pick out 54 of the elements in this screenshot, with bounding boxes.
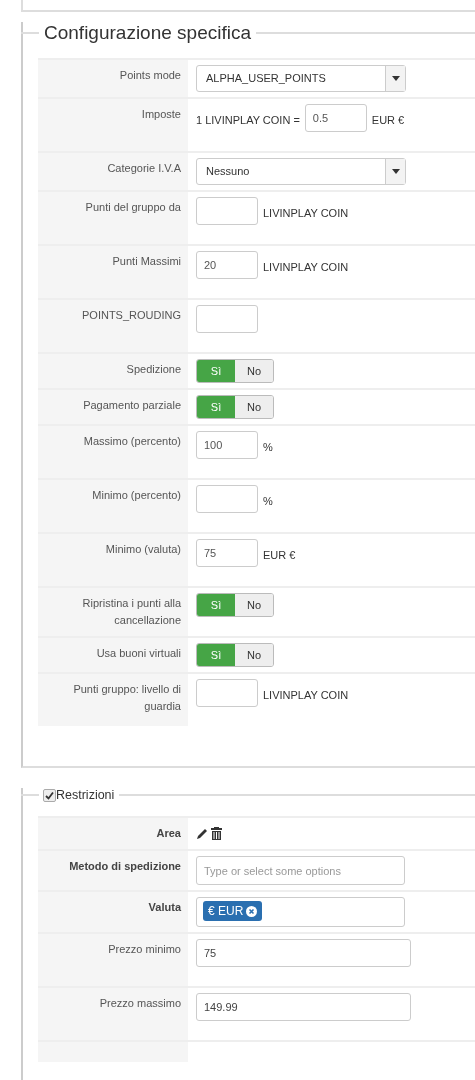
input-field[interactable] [196,679,258,707]
unit-label: LIVINPLAY COIN [263,260,349,273]
toggle-option[interactable]: No [235,594,273,616]
field-label: POINTS_ROUDING [38,300,188,352]
input-field[interactable]: 0.5 [304,104,367,132]
rate-label: 1 LIVINPLAY COIN = [196,113,300,126]
remove-icon[interactable] [246,905,258,917]
field-label: Pagamento parziale [38,390,188,424]
field-label: Minimo (valuta) [38,534,188,586]
unit-label: EUR € [263,548,296,561]
field-label: Categorie I.V.A [38,153,188,190]
field-label: Minimo (percento) [38,480,188,532]
field-label: Prezzo massimo [38,988,188,1040]
field-label: Imposte [38,99,188,151]
unit-label: EUR € [371,113,405,126]
dropdown[interactable]: ALPHA_USER_POINTS [196,65,406,92]
input-field[interactable]: 75 [196,939,411,967]
input-field[interactable]: 20 [196,251,258,279]
unit-label: LIVINPLAY COIN [263,206,349,219]
input-field[interactable] [196,197,258,225]
toggle-option[interactable]: No [235,360,273,382]
tag[interactable]: € EUR [203,901,263,921]
field-label: Usa buoni virtuali [38,638,188,672]
input-field[interactable]: 75 [196,539,258,567]
checkbox[interactable] [43,788,56,802]
section-title: Restrizioni [56,788,115,802]
caret-icon [391,169,400,174]
unit-label: LIVINPLAY COIN [263,688,349,701]
toggle-option[interactable]: No [235,644,273,666]
field-label: Metodo di spedizione [38,851,188,890]
caret-icon [391,76,400,81]
unit-label: % [263,440,273,453]
input-field[interactable]: 149.99 [196,993,411,1021]
input-field[interactable] [196,305,258,333]
field-label: Ripristina i punti alla cancellazione [38,588,188,636]
field-label: Massimo (percento) [38,426,188,478]
input-field[interactable] [196,485,258,513]
field-label: Points mode [38,60,188,97]
multiselect-field[interactable]: Type or select some options [196,856,405,885]
trash-icon[interactable] [211,827,222,840]
field-label: Prezzo minimo [38,934,188,986]
pencil-icon[interactable] [196,827,209,840]
toggle-option[interactable]: No [235,396,273,418]
dropdown[interactable]: Nessuno [196,158,406,185]
section-title: Configurazione specifica [43,22,252,44]
field-label: Spedizione [38,354,188,388]
field-label: Area [38,818,188,849]
unit-label: % [263,494,273,507]
field-label: Valuta [38,892,188,932]
field-label: Punti gruppo: livello di guardia [38,674,188,726]
field-label: Punti Massimi [38,246,188,298]
input-field[interactable]: 100 [196,431,258,459]
tag-field[interactable]: € EUR [196,897,405,927]
field-label: Punti del gruppo da [38,192,188,244]
